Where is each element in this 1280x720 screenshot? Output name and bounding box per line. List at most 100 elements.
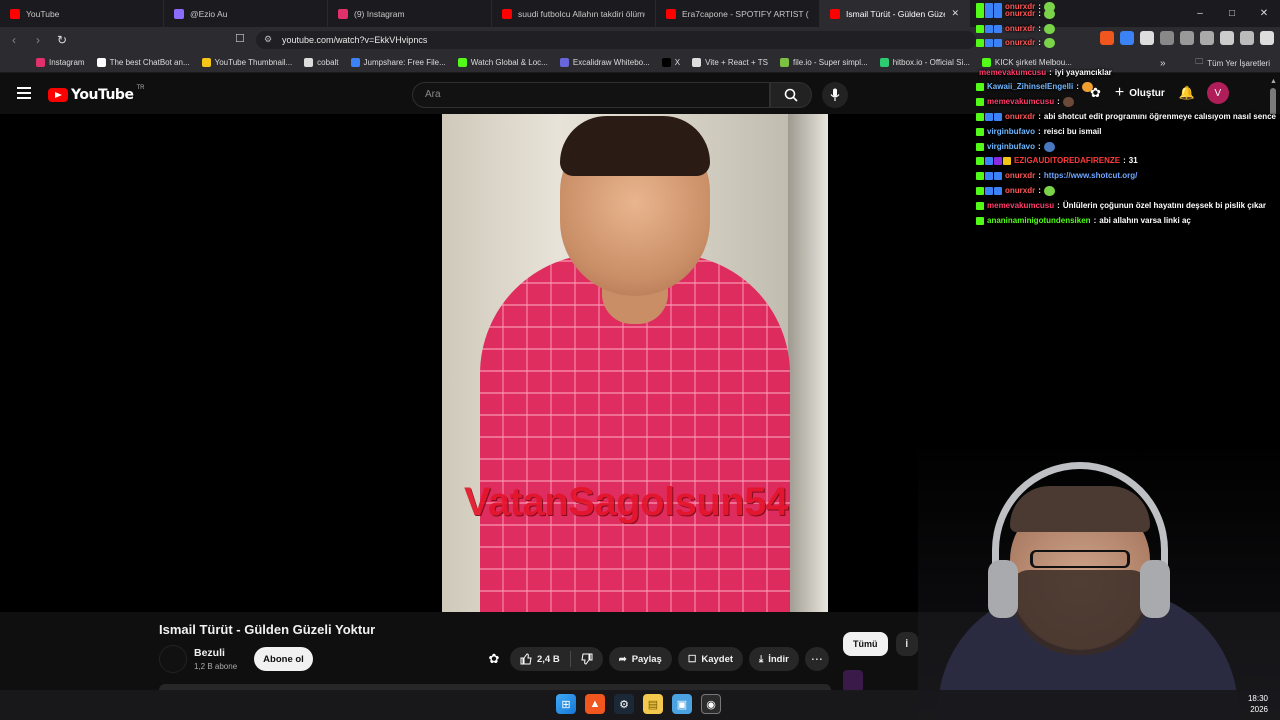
- chat-emote-icon: [1043, 141, 1055, 152]
- tab-favicon-icon: [10, 8, 20, 19]
- url-field[interactable]: ⚙ youtube.com/watch?v=EkkVHvipncs: [256, 31, 976, 49]
- ask-bot-icon[interactable]: ✿: [484, 647, 504, 671]
- chat-badge-icon: [976, 156, 984, 165]
- browser-tab-bar: YouTube @Ezio Au (9) Instagram suudi futbol…: [0, 0, 1280, 27]
- create-button[interactable]: + Oluştur: [1115, 84, 1165, 102]
- dislike-button[interactable]: [571, 653, 603, 665]
- chat-username[interactable]: onurxdr: [1005, 186, 1035, 195]
- bookmark-item[interactable]: Watch Global & Loc...: [452, 58, 554, 67]
- chat-badge-icon: [976, 201, 984, 210]
- bookmark-item[interactable]: Excalidraw Whitebo...: [554, 58, 656, 67]
- bookmark-item[interactable]: Instagram: [30, 58, 91, 67]
- recommended-thumbnail[interactable]: [843, 670, 863, 692]
- chat-username[interactable]: onurxdr: [1005, 112, 1035, 121]
- recommendation-chips: Tümü İ: [843, 632, 919, 656]
- like-button[interactable]: 2,4 B: [510, 653, 570, 665]
- site-info-icon[interactable]: ⚙: [264, 34, 272, 45]
- windows-start-icon[interactable]: ⊞: [556, 694, 576, 714]
- chat-username[interactable]: onurxdr: [1005, 38, 1035, 47]
- windows-taskbar: ⊞ ▲ ⚙ ▤ ▣ ◉ 18:30 2026: [0, 690, 1280, 720]
- steam-icon[interactable]: ⚙: [614, 694, 634, 714]
- chat-username[interactable]: memevakumcusu: [987, 201, 1054, 210]
- chat-username[interactable]: memevakumcusu: [987, 97, 1054, 106]
- save-button[interactable]: ☐ Kaydet: [677, 647, 744, 671]
- youtube-logo[interactable]: YouTube TR: [48, 85, 144, 103]
- search-input[interactable]: Ara: [412, 82, 770, 108]
- bookmark-icon[interactable]: ☐: [235, 32, 245, 45]
- obs-icon[interactable]: ◉: [701, 694, 721, 714]
- bookmarks-overflow-icon[interactable]: »: [1160, 53, 1166, 73]
- search-button[interactable]: [770, 82, 812, 108]
- brave-shield-icon[interactable]: [1100, 31, 1114, 45]
- chat-link[interactable]: https://www.shotcut.org/: [1044, 171, 1137, 180]
- taskbar-clock[interactable]: 18:30 2026: [1248, 693, 1268, 715]
- file-explorer-icon[interactable]: ▤: [643, 694, 663, 714]
- notifications-bell-icon[interactable]: 🔔: [1179, 86, 1195, 100]
- sidebar-icon[interactable]: [1200, 31, 1214, 45]
- chip-all[interactable]: Tümü: [843, 632, 888, 656]
- bookmark-item[interactable]: The best ChatBot an...: [91, 58, 196, 67]
- extension-icon[interactable]: [1120, 31, 1134, 45]
- close-window-button[interactable]: ✕: [1248, 0, 1280, 27]
- like-count: 2,4 B: [537, 653, 560, 665]
- maximize-button[interactable]: □: [1216, 0, 1248, 27]
- chat-message: onurxdr:: [976, 36, 1055, 49]
- browser-tab[interactable]: Ismail Türüt - Gülden Güzeli Y ✕: [820, 0, 970, 27]
- chat-username[interactable]: virginbufavo: [987, 127, 1035, 136]
- clock-date: 2026: [1250, 705, 1268, 714]
- chat-username[interactable]: Kawaii_ZihinselEngelli: [987, 82, 1073, 91]
- puzzle-icon[interactable]: [1180, 31, 1194, 45]
- scroll-up-arrow-icon[interactable]: ▲: [1270, 78, 1277, 85]
- chat-username[interactable]: onurxdr: [1005, 171, 1035, 180]
- extension-icon[interactable]: [1160, 31, 1174, 45]
- bookmark-item[interactable]: Jumpshare: Free File...: [345, 58, 452, 67]
- chat-badges: [976, 82, 984, 91]
- bookmark-label: YouTube Thumbnail...: [214, 58, 293, 67]
- reload-icon[interactable]: ↻: [52, 30, 72, 50]
- hamburger-menu-icon[interactable]: [17, 87, 31, 102]
- channel-name[interactable]: Bezuli: [194, 647, 225, 659]
- all-bookmarks-button[interactable]: 🗀 Tüm Yer İşaretleri: [1195, 53, 1270, 73]
- chat-username[interactable]: EZIGAUDITOREDAFIRENZE: [1014, 156, 1120, 165]
- browser-tab[interactable]: YouTube: [0, 0, 164, 27]
- bookmark-item[interactable]: X: [656, 58, 686, 67]
- chat-username[interactable]: memevakumcusu: [979, 68, 1046, 77]
- chat-username[interactable]: onurxdr: [1005, 24, 1035, 33]
- bookmark-item[interactable]: YouTube Thumbnail...: [196, 58, 299, 67]
- chat-text: abi allahın varsa linki aç: [1099, 216, 1191, 225]
- download-button[interactable]: ⤓ İndir: [749, 647, 799, 671]
- account-avatar[interactable]: V: [1206, 82, 1229, 104]
- music-icon[interactable]: [1220, 31, 1234, 45]
- extension-icon[interactable]: [1140, 31, 1154, 45]
- forward-icon[interactable]: ›: [28, 30, 48, 50]
- browser-tab[interactable]: Era7capone - SPOTIFY ARTIST (Offici: [656, 0, 820, 27]
- video-frame[interactable]: VatanSagolsun54: [442, 114, 828, 612]
- chat-emote-icon: [1043, 23, 1055, 34]
- browser-tab[interactable]: (9) Instagram: [328, 0, 492, 27]
- bookmark-favicon-icon: [457, 58, 467, 67]
- wallet-icon[interactable]: [1240, 31, 1254, 45]
- chat-username[interactable]: ananinaminigotundensiken: [987, 216, 1091, 225]
- chip-next[interactable]: İ: [895, 632, 919, 656]
- display-settings-icon[interactable]: ▣: [672, 694, 692, 714]
- bookmark-item[interactable]: file.io - Super simpl...: [774, 58, 874, 67]
- minimize-button[interactable]: –: [1184, 0, 1216, 27]
- voice-search-button[interactable]: [822, 82, 848, 108]
- bookmark-item[interactable]: cobalt: [298, 58, 344, 67]
- bookmark-item[interactable]: hitbox.io - Official Si...: [874, 58, 976, 67]
- browser-tab[interactable]: @Ezio Au: [164, 0, 328, 27]
- chat-emote-icon: [1062, 96, 1074, 107]
- chat-username[interactable]: virginbufavo: [987, 142, 1035, 151]
- channel-avatar[interactable]: [159, 645, 187, 673]
- subscribe-button[interactable]: Abone ol: [254, 647, 313, 671]
- browser-tab[interactable]: suudi futbolcu Allahın takdiri ölümü: [492, 0, 656, 27]
- bookmark-item[interactable]: Vite + React + TS: [686, 58, 774, 67]
- share-button[interactable]: ➦ Paylaş: [608, 647, 672, 671]
- back-icon[interactable]: ‹: [4, 30, 24, 50]
- close-tab-icon[interactable]: ✕: [951, 8, 959, 19]
- chat-separator: :: [1038, 24, 1041, 33]
- chat-username[interactable]: onurxdr: [1005, 9, 1035, 18]
- brave-browser-icon[interactable]: ▲: [585, 694, 605, 714]
- more-actions-icon[interactable]: ⋯: [804, 647, 829, 671]
- menu-icon[interactable]: [1260, 31, 1274, 45]
